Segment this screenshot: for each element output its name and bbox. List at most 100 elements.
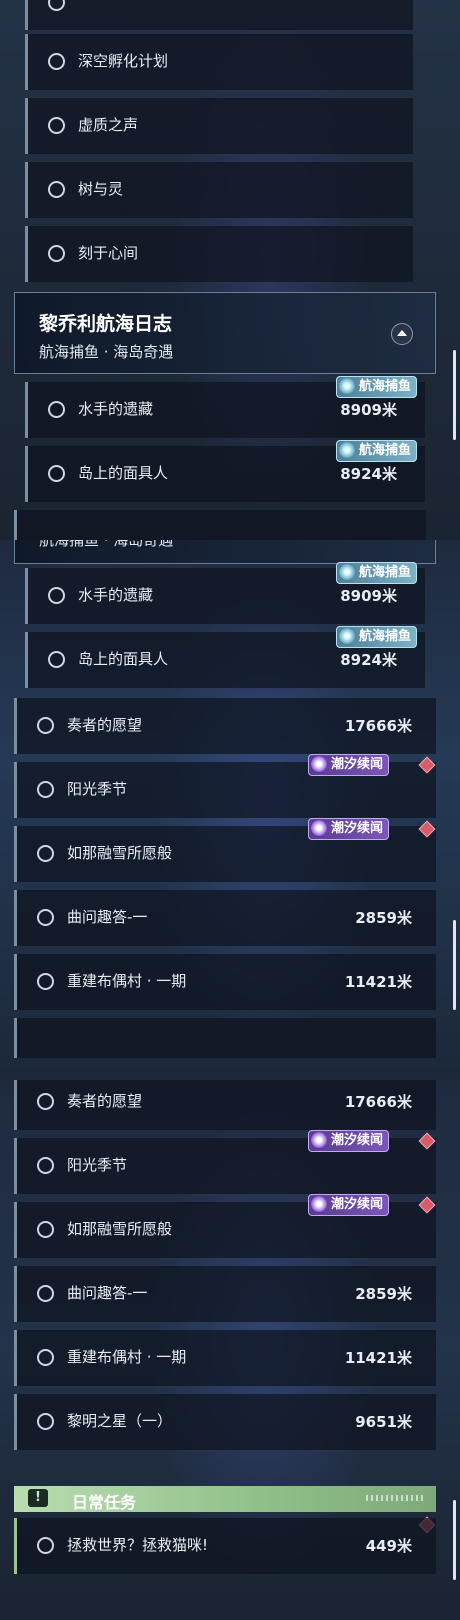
quest-status-icon xyxy=(48,181,65,198)
quest-distance: 8909米 xyxy=(340,587,397,605)
quest-row[interactable]: 刻于心间 xyxy=(25,226,413,282)
quest-title: 树与灵 xyxy=(78,180,124,198)
quest-row[interactable]: 曲问趣答-一 2859米 xyxy=(14,1266,436,1322)
wave-fish-icon xyxy=(339,564,355,580)
exclamation-icon: ! xyxy=(28,1489,48,1507)
quest-title: 岛上的面具人 xyxy=(78,464,169,482)
quest-title: 虚质之声 xyxy=(78,116,139,134)
quest-row[interactable]: 黎明之星（一） 9651米 xyxy=(14,1394,436,1450)
quest-status-icon xyxy=(48,245,65,262)
quest-title: 如那融雪所愿般 xyxy=(67,1220,173,1238)
sea-fishing-tag: 航海捕鱼 xyxy=(336,440,418,462)
sea-fishing-tag: 航海捕鱼 xyxy=(336,562,418,584)
quest-row[interactable]: 虚质之声 xyxy=(25,98,413,154)
quest-title: 奏者的愿望 xyxy=(67,1092,143,1110)
tide-tales-tag: 潮汐续闻 xyxy=(308,1130,390,1152)
quest-title: 拯救世界？拯救猫咪! xyxy=(67,1536,209,1554)
tag-label: 航海捕鱼 xyxy=(359,379,412,394)
tag-label: 潮汐续闻 xyxy=(331,821,384,836)
scrollbar[interactable] xyxy=(453,350,456,440)
quest-title: 奏者的愿望 xyxy=(67,716,143,734)
quest-distance: 17666米 xyxy=(344,1093,412,1111)
tag-label: 潮汐续闻 xyxy=(331,757,384,772)
sparkle-icon xyxy=(311,1132,327,1148)
quest-status-icon xyxy=(37,1537,54,1554)
quest-title: 重建布偶村 · 一期 xyxy=(67,972,187,990)
quest-status-icon xyxy=(37,1285,54,1302)
tag-label: 航海捕鱼 xyxy=(359,565,412,580)
quest-row[interactable] xyxy=(14,1018,436,1058)
sea-fishing-tag: 航海捕鱼 xyxy=(336,376,418,398)
quest-group-header[interactable]: 航海捕鱼 · 海岛奇遇 xyxy=(14,540,436,564)
quest-title: 曲问趣答-一 xyxy=(67,908,148,926)
quest-title: 阳光季节 xyxy=(67,780,128,798)
quest-status-icon xyxy=(37,845,54,862)
quest-status-icon xyxy=(37,1221,54,1238)
quest-status-icon xyxy=(48,0,65,11)
quest-title: 如那融雪所愿般 xyxy=(67,844,173,862)
quest-row[interactable]: 树与灵 xyxy=(25,162,413,218)
tag-label: 潮汐续闻 xyxy=(331,1197,384,1212)
quest-status-icon xyxy=(37,717,54,734)
tag-label: 航海捕鱼 xyxy=(359,629,412,644)
quest-title: 重建布偶村 · 一期 xyxy=(67,1348,187,1366)
quest-status-icon xyxy=(37,973,54,990)
wave-fish-icon xyxy=(339,628,355,644)
quest-status-icon xyxy=(48,53,65,70)
daily-quest-banner[interactable]: ! 日常任务 xyxy=(14,1486,436,1512)
quest-distance: 2859米 xyxy=(355,1285,412,1303)
chevron-up-icon[interactable] xyxy=(391,323,413,345)
quest-title: 深空孵化计划 xyxy=(78,52,169,70)
quest-title: 水手的遗藏 xyxy=(78,400,154,418)
quest-distance: 8924米 xyxy=(340,651,397,669)
tide-tales-tag: 潮汐续闻 xyxy=(308,818,390,840)
quest-distance: 11421米 xyxy=(344,973,412,991)
quest-list-screen-1: 深空孵化计划 虚质之声 树与灵 刻于心间 黎乔利航海日志 航海捕鱼 · 海岛奇遇… xyxy=(0,0,460,540)
quest-distance: 11421米 xyxy=(344,1349,412,1367)
sparkle-icon xyxy=(311,1196,327,1212)
quest-status-icon xyxy=(37,781,54,798)
quest-status-icon xyxy=(48,401,65,418)
quest-distance: 17666米 xyxy=(344,717,412,735)
quest-row[interactable]: 奏者的愿望 17666米 xyxy=(14,1080,436,1130)
tag-label: 潮汐续闻 xyxy=(331,1133,384,1148)
quest-status-icon xyxy=(37,1349,54,1366)
quest-row[interactable]: 重建布偶村 · 一期 11421米 xyxy=(14,954,436,1010)
quest-title: 曲问趣答-一 xyxy=(67,1284,148,1302)
quest-status-icon xyxy=(37,1157,54,1174)
quest-title: 岛上的面具人 xyxy=(78,650,169,668)
quest-status-icon xyxy=(48,117,65,134)
scrollbar[interactable] xyxy=(453,920,456,1010)
quest-status-icon xyxy=(37,1413,54,1430)
quest-group-header[interactable]: 黎乔利航海日志 航海捕鱼 · 海岛奇遇 xyxy=(14,292,436,374)
quest-distance: 2859米 xyxy=(355,909,412,927)
quest-row[interactable]: 曲问趣答-一 2859米 xyxy=(14,890,436,946)
quest-title: 黎明之星（一） xyxy=(67,1412,173,1430)
sea-fishing-tag: 航海捕鱼 xyxy=(336,626,418,648)
quest-row[interactable] xyxy=(25,0,413,30)
quest-status-icon xyxy=(48,465,65,482)
daily-quest-title: 日常任务 xyxy=(72,1493,137,1512)
quest-status-icon xyxy=(37,909,54,926)
sparkle-icon xyxy=(311,756,327,772)
group-title: 黎乔利航海日志 xyxy=(39,313,173,335)
quest-title: 阳光季节 xyxy=(67,1156,128,1174)
wave-fish-icon xyxy=(339,442,355,458)
tag-label: 航海捕鱼 xyxy=(359,443,412,458)
wave-fish-icon xyxy=(339,378,355,394)
quest-distance: 9651米 xyxy=(355,1413,412,1431)
quest-row[interactable]: 奏者的愿望 17666米 xyxy=(14,698,436,754)
group-subtitle: 航海捕鱼 · 海岛奇遇 xyxy=(39,540,174,549)
quest-status-icon xyxy=(37,1093,54,1110)
quest-row[interactable]: 拯救世界？拯救猫咪! 449米 xyxy=(14,1518,436,1574)
banner-decoration xyxy=(366,1495,426,1501)
quest-row[interactable]: 重建布偶村 · 一期 11421米 xyxy=(14,1330,436,1386)
quest-row[interactable]: 深空孵化计划 xyxy=(25,34,413,90)
quest-title: 刻于心间 xyxy=(78,244,139,262)
quest-distance: 449米 xyxy=(365,1537,412,1555)
tide-tales-tag: 潮汐续闻 xyxy=(308,754,390,776)
quest-row[interactable] xyxy=(14,510,426,540)
quest-status-icon xyxy=(48,651,65,668)
scrollbar[interactable] xyxy=(453,1500,456,1580)
quest-status-icon xyxy=(48,587,65,604)
